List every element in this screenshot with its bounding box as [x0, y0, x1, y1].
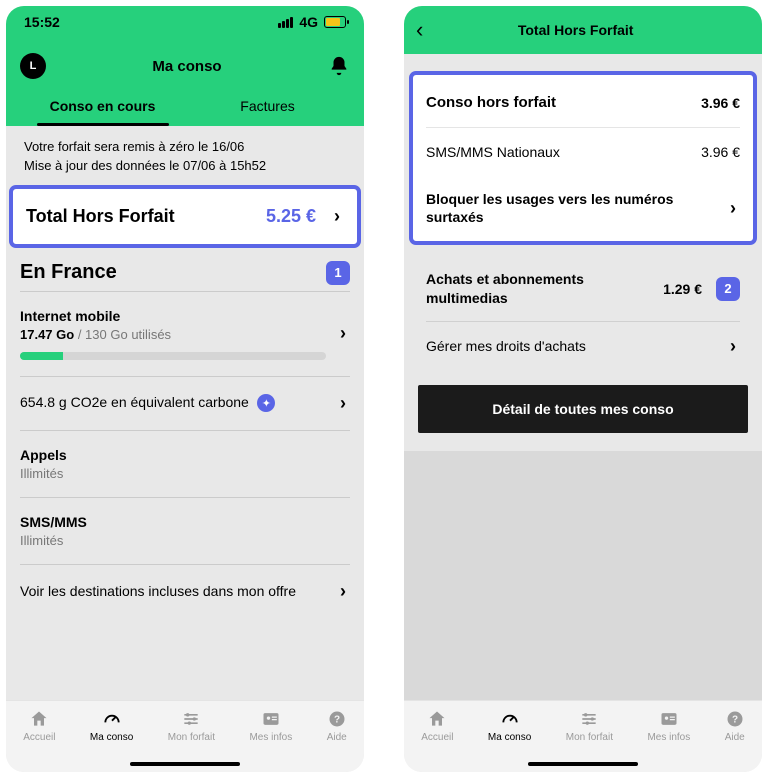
- detail-toutes-conso-button[interactable]: Détail de toutes mes conso: [418, 385, 748, 433]
- battery-icon: [324, 16, 346, 28]
- home-indicator: [130, 762, 240, 766]
- destinations-row[interactable]: Voir les destinations incluses dans mon …: [20, 564, 350, 618]
- achats-row[interactable]: Achats et abonnements multimedias 1.29 €…: [426, 256, 740, 321]
- conso-hf-label: Conso hors forfait: [426, 94, 556, 111]
- back-icon[interactable]: ‹: [416, 17, 423, 43]
- total-price: 5.25 €: [266, 206, 316, 227]
- home-icon: [427, 709, 447, 729]
- tab-conso-en-cours[interactable]: Conso en cours: [20, 88, 185, 126]
- chevron-right-icon: ›: [336, 323, 350, 344]
- detail-header: ‹ Total Hors Forfait: [404, 6, 762, 54]
- nav-ma-conso[interactable]: Ma conso: [488, 709, 531, 743]
- nav-aide[interactable]: ? Aide: [725, 709, 745, 743]
- appels-sub: Illimités: [20, 466, 350, 481]
- achats-section: Achats et abonnements multimedias 1.29 €…: [404, 242, 762, 370]
- tabs: Conso en cours Factures: [20, 88, 350, 126]
- sms-nationaux-price: 3.96 €: [701, 144, 740, 160]
- france-section: En France 1 Internet mobile 17.47 Go / 1…: [6, 261, 364, 618]
- network-label: 4G: [299, 14, 318, 30]
- chevron-right-icon: ›: [336, 581, 350, 602]
- conso-hf-price: 3.96 €: [701, 95, 740, 111]
- sliders-icon: [579, 709, 599, 729]
- nav-mes-infos[interactable]: Mes infos: [249, 709, 292, 743]
- signal-icon: [278, 17, 293, 28]
- internet-label: Internet mobile: [20, 308, 326, 324]
- app-header: L Ma conso Conso en cours Factures: [6, 38, 364, 126]
- achats-label: Achats et abonnements multimedias: [426, 270, 606, 306]
- nav-mon-forfait[interactable]: Mon forfait: [566, 709, 613, 743]
- nav-mes-infos[interactable]: Mes infos: [647, 709, 690, 743]
- total-label: Total Hors Forfait: [26, 206, 175, 227]
- nav-accueil[interactable]: Accueil: [421, 709, 453, 743]
- chevron-right-icon: ›: [726, 198, 740, 219]
- nav-aide[interactable]: ? Aide: [327, 709, 347, 743]
- banner-line-1: Votre forfait sera remis à zéro le 16/06: [24, 138, 346, 157]
- gauge-icon: [500, 709, 520, 729]
- block-surtaxes-label: Bloquer les usages vers les numéros surt…: [426, 190, 714, 226]
- svg-text:?: ?: [334, 714, 340, 725]
- sliders-icon: [181, 709, 201, 729]
- sms-nationaux-label: SMS/MMS Nationaux: [426, 144, 560, 160]
- phone-screen-1: 15:52 4G L Ma conso Conso en cours Factu…: [6, 6, 364, 772]
- achats-price: 1.29 €: [663, 281, 702, 297]
- banner-line-2: Mise à jour des données le 07/06 à 15h52: [24, 157, 346, 176]
- screen1-body: Votre forfait sera remis à zéro le 16/06…: [6, 126, 364, 700]
- id-card-icon: [261, 709, 281, 729]
- bottom-nav: Accueil Ma conso Mon forfait Mes infos ?…: [404, 700, 762, 772]
- sms-label: SMS/MMS: [20, 514, 350, 530]
- block-surtaxes-row[interactable]: Bloquer les usages vers les numéros surt…: [426, 176, 740, 226]
- france-title: En France: [20, 261, 117, 284]
- carbon-text: 654.8 g CO2e en équivalent carbone: [20, 394, 249, 410]
- id-card-icon: [659, 709, 679, 729]
- status-bar: 15:52 4G: [6, 6, 364, 38]
- step-marker-1: 1: [326, 261, 350, 285]
- nav-mon-forfait[interactable]: Mon forfait: [168, 709, 215, 743]
- bell-icon[interactable]: [328, 55, 350, 77]
- internet-progress: [20, 352, 326, 360]
- total-hors-forfait-card[interactable]: Total Hors Forfait 5.25 € ›: [12, 188, 358, 245]
- empty-area: [404, 451, 762, 700]
- reset-banner: Votre forfait sera remis à zéro le 16/06…: [6, 126, 364, 188]
- leaf-icon: ✦: [257, 394, 275, 412]
- detail-title: Total Hors Forfait: [423, 22, 728, 38]
- nav-ma-conso[interactable]: Ma conso: [90, 709, 133, 743]
- appels-label: Appels: [20, 447, 350, 463]
- status-time: 15:52: [24, 14, 60, 30]
- gerer-label: Gérer mes droits d'achats: [426, 338, 586, 354]
- page-title: Ma conso: [152, 58, 221, 75]
- sms-sub: Illimités: [20, 533, 350, 548]
- internet-mobile-row[interactable]: Internet mobile 17.47 Go / 130 Go utilis…: [20, 291, 350, 376]
- step-marker-2: 2: [716, 277, 740, 301]
- help-icon: ?: [725, 709, 745, 729]
- sms-row[interactable]: SMS/MMS Illimités: [20, 497, 350, 564]
- carbon-row[interactable]: 654.8 g CO2e en équivalent carbone ✦ ›: [20, 376, 350, 430]
- internet-usage: 17.47 Go / 130 Go utilisés: [20, 327, 326, 342]
- status-right: 4G: [278, 14, 346, 30]
- avatar[interactable]: L: [20, 53, 46, 79]
- home-indicator: [528, 762, 638, 766]
- gauge-icon: [102, 709, 122, 729]
- home-icon: [29, 709, 49, 729]
- appels-row[interactable]: Appels Illimités: [20, 430, 350, 497]
- svg-text:?: ?: [732, 714, 738, 725]
- destinations-label: Voir les destinations incluses dans mon …: [20, 582, 326, 600]
- tab-factures[interactable]: Factures: [185, 88, 350, 126]
- nav-accueil[interactable]: Accueil: [23, 709, 55, 743]
- bottom-nav: Accueil Ma conso Mon forfait Mes infos ?…: [6, 700, 364, 772]
- phone-screen-2: ‹ Total Hors Forfait Conso hors forfait …: [404, 6, 762, 772]
- chevron-right-icon: ›: [336, 393, 350, 414]
- help-icon: ?: [327, 709, 347, 729]
- gerer-droits-row[interactable]: Gérer mes droits d'achats ›: [426, 322, 740, 371]
- chevron-right-icon: ›: [330, 206, 344, 227]
- conso-hors-forfait-panel: Conso hors forfait 3.96 € SMS/MMS Nation…: [412, 74, 754, 242]
- chevron-right-icon: ›: [726, 336, 740, 357]
